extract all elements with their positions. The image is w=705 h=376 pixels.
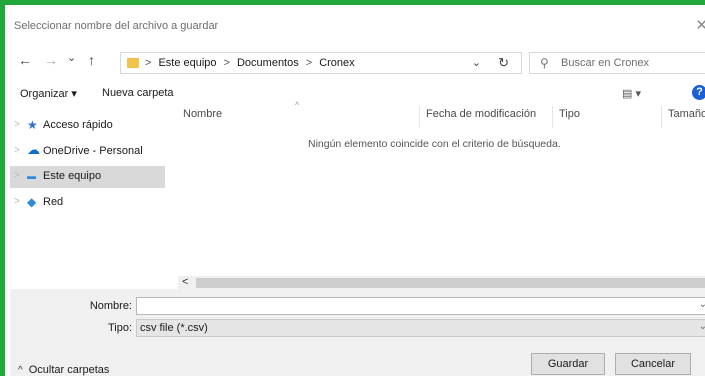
sidebar-item-label: Acceso rápido	[43, 119, 113, 131]
refresh-icon[interactable]: ↻	[498, 55, 509, 71]
breadcrumb-item-cronex[interactable]: Cronex	[319, 57, 354, 69]
navigation-bar: ← → ⌄ ↑ > Este equipo > Documentos > Cronex ⌄…	[10, 47, 705, 79]
breadcrumb-item-este-equipo[interactable]: Este equipo	[158, 57, 216, 69]
column-divider[interactable]	[552, 106, 553, 128]
search-box[interactable]: ⚲ Buscar en Cronex	[529, 52, 705, 74]
folder-icon	[127, 58, 139, 68]
column-divider[interactable]	[661, 106, 662, 128]
column-divider[interactable]	[419, 106, 420, 128]
up-arrow-icon[interactable]: ↑	[88, 52, 95, 68]
save-options-panel: Nombre: ⌄ Tipo: csv file (*.csv) ⌄ ^ Ocul…	[10, 289, 705, 376]
sidebar-item-este-equipo[interactable]: > ▬ Este equipo	[10, 166, 165, 188]
recent-locations-chevron-icon[interactable]: ⌄	[67, 51, 76, 64]
search-icon: ⚲	[540, 56, 549, 70]
sidebar-item-red[interactable]: > ◆ Red	[10, 192, 165, 214]
column-header-date[interactable]: Fecha de modificación	[426, 108, 536, 120]
file-type-dropdown-icon[interactable]: ⌄	[699, 321, 705, 332]
file-type-value: csv file (*.csv)	[140, 322, 208, 334]
title-bar: Seleccionar nombre del archivo a guardar…	[10, 10, 705, 42]
search-placeholder: Buscar en Cronex	[561, 57, 650, 69]
network-icon: ◆	[27, 195, 37, 209]
sidebar-item-label: OneDrive - Personal	[43, 145, 143, 157]
collapse-caret-icon: ^	[18, 365, 23, 376]
file-name-dropdown-icon[interactable]: ⌄	[699, 299, 705, 310]
navigation-pane: > ★ Acceso rápido > ☁ OneDrive - Persona…	[10, 106, 165, 289]
file-type-label: Tipo:	[107, 322, 132, 334]
empty-message: Ningún elemento coincide con el criterio…	[308, 138, 561, 150]
help-icon[interactable]: ?	[692, 85, 705, 100]
address-bar[interactable]: > Este equipo > Documentos > Cronex ⌄ ↻	[120, 52, 522, 74]
breadcrumb-separator: >	[305, 57, 313, 69]
column-header-type[interactable]: Tipo	[559, 108, 580, 120]
scrollbar-thumb[interactable]	[196, 278, 705, 288]
sidebar-item-acceso-rapido[interactable]: > ★ Acceso rápido	[10, 115, 165, 137]
scroll-left-icon[interactable]: <	[182, 276, 188, 288]
back-arrow-icon[interactable]: ←	[18, 52, 32, 68]
horizontal-scrollbar[interactable]: <	[178, 276, 705, 290]
address-dropdown-icon[interactable]: ⌄	[472, 56, 481, 69]
expand-chevron-icon[interactable]: >	[14, 119, 20, 130]
sidebar-item-label: Este equipo	[43, 170, 102, 182]
forward-arrow-icon[interactable]: →	[44, 52, 58, 68]
breadcrumb-item-documentos[interactable]: Documentos	[237, 57, 299, 69]
column-header-size[interactable]: Tamaño	[668, 108, 705, 120]
command-toolbar: Organizar ▾ Nueva carpeta ▤ ▾ ?	[10, 80, 705, 106]
organize-button[interactable]: Organizar ▾	[20, 87, 77, 100]
cancel-button[interactable]: Cancelar	[615, 353, 691, 375]
file-name-field[interactable]: ⌄	[136, 297, 705, 315]
cloud-icon: ☁	[27, 142, 40, 157]
expand-chevron-icon[interactable]: >	[14, 145, 20, 156]
new-folder-button[interactable]: Nueva carpeta	[102, 87, 174, 99]
sidebar-item-label: Red	[43, 196, 64, 208]
dialog-title: Seleccionar nombre del archivo a guardar	[14, 20, 219, 32]
hide-folders-toggle[interactable]: ^ Ocultar carpetas	[18, 364, 109, 376]
breadcrumb: > Este equipo > Documentos > Cronex	[145, 57, 355, 69]
save-button[interactable]: Guardar	[531, 353, 605, 375]
star-icon: ★	[27, 118, 38, 132]
file-list: ^ Nombre Fecha de modificación Tipo Tama…	[178, 100, 705, 290]
expand-chevron-icon[interactable]: >	[14, 196, 20, 207]
expand-chevron-icon[interactable]: >	[14, 170, 20, 181]
save-file-dialog: Seleccionar nombre del archivo a guardar…	[0, 0, 705, 376]
breadcrumb-separator: >	[145, 57, 152, 69]
view-options-icon[interactable]: ▤ ▾	[622, 87, 641, 100]
breadcrumb-separator: >	[223, 57, 230, 69]
computer-icon: ▬	[27, 171, 36, 181]
sidebar-item-onedrive[interactable]: > ☁ OneDrive - Personal	[10, 141, 165, 163]
sort-caret-icon: ^	[295, 100, 300, 110]
hide-folders-label: Ocultar carpetas	[28, 364, 110, 376]
column-header-name[interactable]: Nombre	[183, 108, 222, 120]
file-type-select[interactable]: csv file (*.csv) ⌄	[136, 319, 705, 337]
file-name-label: Nombre:	[89, 300, 132, 312]
close-icon[interactable]: ✕	[695, 16, 705, 34]
